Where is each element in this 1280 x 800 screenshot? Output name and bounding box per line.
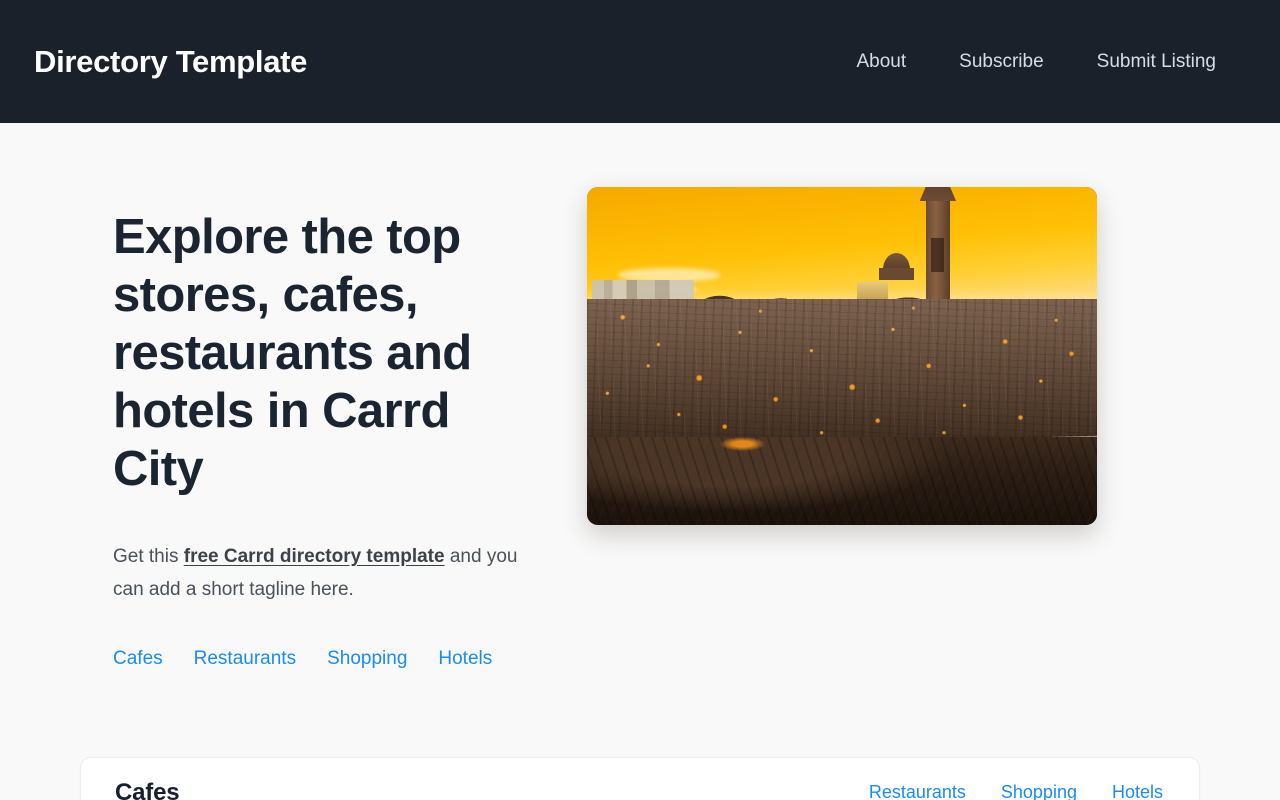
tab-shopping[interactable]: Shopping xyxy=(1001,782,1077,800)
category-link-hotels[interactable]: Hotels xyxy=(438,648,492,670)
nav-link-about[interactable]: About xyxy=(857,51,907,73)
category-link-shopping[interactable]: Shopping xyxy=(327,648,407,670)
hero-image-window-lights xyxy=(587,298,1097,451)
listing-panel-tabs: Restaurants Shopping Hotels xyxy=(869,782,1165,800)
hero-category-links: Cafes Restaurants Shopping Hotels xyxy=(113,648,545,670)
hero-image-column xyxy=(545,187,1097,525)
hero-image-tower-window xyxy=(931,237,945,273)
tagline-prefix: Get this xyxy=(113,546,184,567)
listing-section-title: Cafes xyxy=(115,778,180,800)
hero-image-ravine-glow xyxy=(719,437,766,451)
tab-restaurants[interactable]: Restaurants xyxy=(869,782,966,800)
category-link-restaurants[interactable]: Restaurants xyxy=(194,648,296,670)
free-template-link[interactable]: free Carrd directory template xyxy=(184,546,445,567)
hero-image-foreground-texture xyxy=(587,437,1097,525)
main-nav: About Subscribe Submit Listing xyxy=(857,51,1217,73)
hero-text-column: Explore the top stores, cafes, restauran… xyxy=(0,187,545,670)
listing-panel: Cafes Restaurants Shopping Hotels xyxy=(80,757,1200,800)
hero-tagline: Get this free Carrd directory template a… xyxy=(113,540,545,606)
hero-image xyxy=(587,187,1097,525)
nav-link-subscribe[interactable]: Subscribe xyxy=(959,51,1044,73)
tab-hotels[interactable]: Hotels xyxy=(1112,782,1163,800)
listing-panel-header: Cafes Restaurants Shopping Hotels xyxy=(81,758,1199,800)
hero-image-yellow-building xyxy=(857,281,888,299)
nav-link-submit-listing[interactable]: Submit Listing xyxy=(1097,51,1216,73)
page-title: Explore the top stores, cafes, restauran… xyxy=(113,210,472,496)
hero-section: Explore the top stores, cafes, restauran… xyxy=(0,123,1280,670)
site-brand[interactable]: Directory Template xyxy=(34,44,307,80)
site-header: Directory Template About Subscribe Submi… xyxy=(0,0,1280,123)
hero-image-bell-tower xyxy=(926,197,950,299)
category-link-cafes[interactable]: Cafes xyxy=(113,648,163,670)
hero-image-dome-base xyxy=(878,268,915,280)
